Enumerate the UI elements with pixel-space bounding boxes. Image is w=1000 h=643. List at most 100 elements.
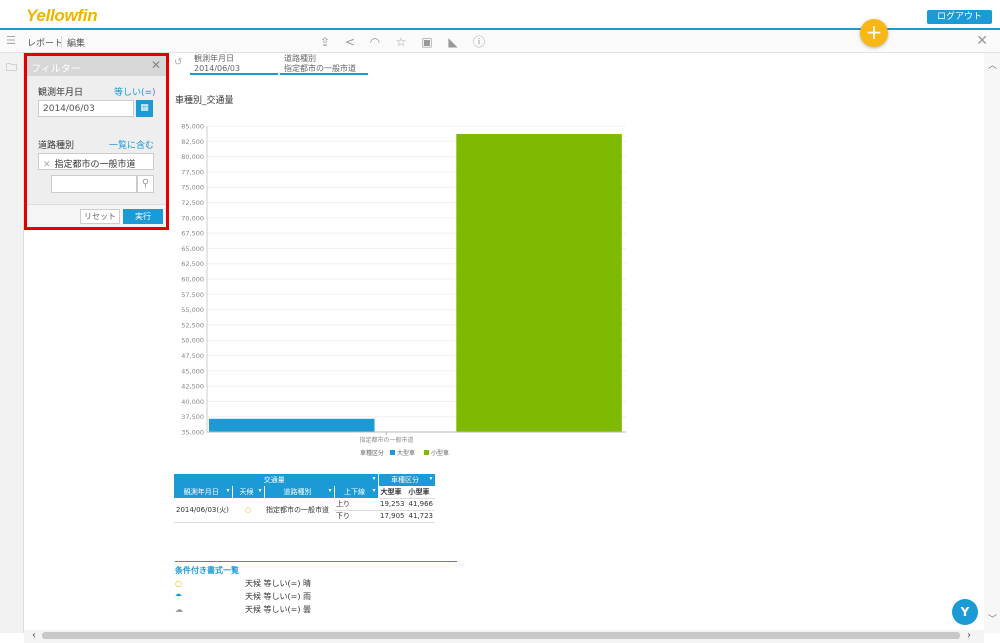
y-tick-label: 77,500 [181, 168, 204, 176]
close-icon[interactable]: ✕ [976, 33, 988, 49]
x-tick-label: 指定都市の一般市道 [359, 436, 413, 444]
filter-panel-footer: リセット 実行 [27, 204, 166, 227]
chip-label: 道路種別 [284, 54, 316, 63]
y-tick-label: 67,500 [181, 230, 204, 238]
export-icon[interactable]: ⇪ [317, 34, 333, 50]
reset-button[interactable]: リセット [80, 209, 120, 224]
cell-direction: 下り [334, 510, 378, 523]
legend-swatch [390, 450, 395, 455]
cf-item-sun: ○ 天候 等しい(=) 晴 [175, 579, 312, 588]
filter-panel-header: フィルター ✕ [27, 56, 166, 76]
col-header-date[interactable]: 観測年月日 ▾ [174, 486, 233, 498]
vertical-scrollbar[interactable] [984, 53, 1000, 633]
folder-icon[interactable]: 🗀 [6, 59, 17, 78]
sun-icon: ○ [175, 579, 182, 588]
road-filter-operator[interactable]: 一覧に含む [109, 138, 154, 151]
y-tick-label: 85,000 [181, 123, 204, 131]
report-menu[interactable]: レポート [27, 36, 63, 49]
legend-label: 小型車 [431, 449, 449, 457]
calendar-icon[interactable]: ▦ [136, 100, 153, 117]
edit-menu[interactable]: 編集 [67, 36, 85, 49]
filter-chip-date[interactable]: 観測年月日 2014/06/03 [190, 53, 278, 75]
star-icon[interactable]: ☆ [393, 34, 409, 50]
yellowfin-assist-button[interactable]: Y [952, 599, 978, 625]
scroll-right-icon[interactable]: › [967, 630, 971, 641]
share-icon[interactable]: < [342, 34, 358, 50]
date-filter-input[interactable]: 2014/06/03 [38, 100, 134, 117]
y-tick-label: 52,500 [181, 321, 204, 329]
report-toolbar: ☰ レポート 編集 ⇪ < ◠ ☆ ▣ ◣ ⓘ ✕ [0, 31, 1000, 53]
cell-direction: 上り [334, 498, 378, 511]
y-axis: 85,000 82,500 80,000 77,500 75,000 72,500 70,0… [181, 123, 208, 437]
date-filter-label: 観測年月日 [38, 88, 84, 98]
chip-value: 指定都市の一般市道 [284, 64, 356, 73]
y-tick-label: 65,000 [181, 245, 204, 253]
x-axis: 指定都市の一般市道 [207, 431, 626, 444]
cell-road: 指定都市の一般市道 [264, 498, 334, 523]
umbrella-icon: ☂ [175, 592, 183, 601]
legend-swatch [424, 450, 429, 455]
y-tick-label: 72,500 [181, 199, 204, 207]
y-tick-label: 75,000 [181, 184, 204, 192]
logout-button[interactable]: ログアウト [926, 10, 992, 24]
legend-divider [175, 561, 457, 562]
scroll-up-icon[interactable]: ︿ [988, 58, 997, 71]
y-tick-label: 40,000 [181, 398, 204, 406]
y-tick-label: 45,000 [181, 367, 204, 375]
y-tick-label: 50,000 [181, 337, 204, 345]
col-header-direction[interactable]: 上下線 ▾ [334, 486, 379, 498]
run-button[interactable]: 実行 [123, 209, 163, 224]
close-icon[interactable]: ✕ [151, 58, 161, 72]
add-fab-button[interactable]: + [860, 19, 888, 47]
road-filter-search-input[interactable] [51, 175, 137, 193]
sun-icon: ○ [232, 498, 264, 523]
remove-tag-icon[interactable]: ✕ [43, 160, 51, 170]
bar-large [209, 418, 375, 432]
cf-item-cloud: ☁ 天候 等しい(=) 曇 [175, 605, 312, 614]
scroll-left-icon[interactable]: ‹ [32, 630, 36, 641]
rss-icon[interactable]: ◠ [367, 34, 383, 50]
col-header-large: 大型車 [378, 486, 407, 499]
menu-icon[interactable]: ☰ [6, 35, 18, 47]
info-icon[interactable]: ⓘ [471, 34, 487, 50]
group-header-traffic[interactable]: 交通量 ▾ [174, 474, 379, 486]
scroll-down-icon[interactable]: ﹀ [988, 612, 997, 625]
filter-chip-road[interactable]: 道路種別 指定都市の一般市道 [280, 53, 368, 75]
road-filter-tag[interactable]: ✕ 指定都市の一般市道 [38, 153, 154, 170]
date-filter-operator[interactable]: 等しい(=) [114, 85, 156, 98]
horizontal-scroll-thumb[interactable] [42, 632, 960, 639]
y-tick-label: 62,500 [181, 260, 204, 268]
bar-small [456, 134, 622, 432]
undo-icon[interactable]: ↺ [174, 57, 182, 68]
filter-panel-title: フィルター [31, 64, 81, 75]
cell-large: 17,905 [378, 510, 407, 523]
yellowfin-logo[interactable]: Yellowfin [26, 6, 98, 26]
y-tick-label: 35,000 [181, 429, 204, 437]
y-tick-label: 47,500 [181, 352, 204, 360]
y-tick-label: 42,500 [181, 383, 204, 391]
toolbar-divider [61, 36, 62, 48]
search-icon[interactable]: ⚲ [137, 175, 154, 193]
y-tick-label: 55,000 [181, 306, 204, 314]
y-tick-label: 60,000 [181, 276, 204, 284]
save-icon[interactable]: ▣ [419, 34, 435, 50]
cloud-icon: ☁ [175, 605, 183, 614]
road-filter-label: 道路種別 [38, 141, 75, 151]
col-header-road[interactable]: 道路種別 ▾ [264, 486, 335, 498]
y-tick-label: 37,500 [181, 413, 204, 421]
group-header-vehicle-type[interactable]: 車種区分 ▾ [378, 474, 436, 486]
chart-title: 車種別_交通量 [175, 96, 234, 106]
cf-item-rain: ☂ 天候 等しい(=) 雨 [175, 592, 312, 601]
cell-small: 41,723 [406, 510, 435, 523]
col-header-weather[interactable]: 天候 ▾ [232, 486, 265, 498]
filter-panel: フィルター ✕ 観測年月日 等しい(=) 2014/06/03 ▦ 道路種別 一… [24, 53, 169, 230]
left-side-strip: 🗀 [0, 53, 24, 633]
broadcast-icon[interactable]: ◣ [445, 34, 461, 50]
top-bar: Yellowfin ログアウト [0, 0, 1000, 30]
bar-series [209, 134, 622, 432]
data-table: 交通量 ▾ 車種区分 ▾ 観測年月日 ▾ 天候 ▾ 道路種別 ▾ 上下線 ▾ 大型車 小型車… [174, 474, 436, 523]
y-tick-label: 70,000 [181, 214, 204, 222]
chart-legend: 車種区分 大型車 小型車 [360, 449, 449, 457]
conditional-format-title: 条件付き書式一覧 [175, 566, 239, 575]
cell-large: 19,253 [378, 498, 407, 511]
